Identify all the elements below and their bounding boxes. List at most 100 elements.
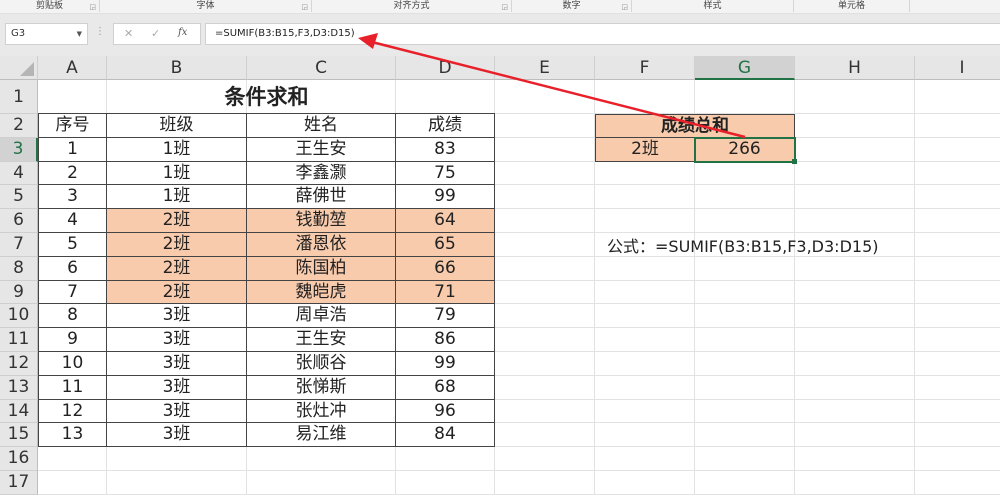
criteria-cell[interactable]: 2班 <box>595 137 695 162</box>
column-header-f[interactable]: F <box>595 56 695 80</box>
cell[interactable] <box>915 209 1000 233</box>
cell[interactable] <box>495 161 595 186</box>
table-cell[interactable]: 李鑫灏 <box>247 161 396 186</box>
cell[interactable] <box>695 280 795 305</box>
row-header-14[interactable]: 14 <box>0 399 38 424</box>
table-cell[interactable]: 64 <box>396 209 495 233</box>
select-all-button[interactable] <box>0 56 38 80</box>
table-cell[interactable]: 8 <box>38 304 107 329</box>
cell[interactable] <box>695 447 795 471</box>
cell[interactable] <box>595 471 695 495</box>
cell[interactable] <box>495 447 595 471</box>
cell[interactable] <box>495 399 595 424</box>
column-header-g[interactable]: G <box>695 56 795 80</box>
formula-input[interactable]: =SUMIF(B3:B15,F3,D3:D15) <box>205 23 1000 45</box>
row-header-5[interactable]: 5 <box>0 185 38 210</box>
cell[interactable] <box>915 328 1000 352</box>
cell[interactable] <box>396 447 495 471</box>
row-header-12[interactable]: 12 <box>0 352 38 376</box>
table-cell[interactable]: 1班 <box>107 137 247 162</box>
table-cell[interactable]: 86 <box>396 328 495 352</box>
cell[interactable] <box>915 423 1000 448</box>
table-cell[interactable]: 陈国柏 <box>247 256 396 281</box>
cell[interactable] <box>595 161 695 186</box>
chevron-down-icon[interactable]: ▼ <box>77 24 82 44</box>
cell[interactable] <box>915 114 1000 138</box>
cell[interactable] <box>595 423 695 448</box>
cell[interactable] <box>495 209 595 233</box>
cell[interactable] <box>795 161 915 186</box>
table-cell[interactable]: 79 <box>396 304 495 329</box>
cell[interactable] <box>795 328 915 352</box>
cell[interactable] <box>495 114 595 138</box>
table-cell[interactable]: 6 <box>38 256 107 281</box>
cell[interactable] <box>795 352 915 376</box>
table-cell[interactable]: 1班 <box>107 185 247 210</box>
table-cell[interactable]: 张顺谷 <box>247 352 396 376</box>
cell[interactable] <box>915 162 1000 186</box>
column-header-c[interactable]: C <box>247 56 396 80</box>
cell[interactable] <box>915 471 1000 495</box>
row-header-10[interactable]: 10 <box>0 304 38 329</box>
table-cell[interactable]: 王生安 <box>247 137 396 162</box>
cell[interactable] <box>915 376 1000 400</box>
table-cell[interactable]: 75 <box>396 161 495 186</box>
fill-handle[interactable] <box>792 158 797 164</box>
row-header-9[interactable]: 9 <box>0 280 38 305</box>
table-cell[interactable]: 99 <box>396 352 495 376</box>
cell[interactable] <box>107 471 247 495</box>
table-cell[interactable]: 3班 <box>107 375 247 400</box>
cell[interactable] <box>495 328 595 352</box>
column-label[interactable]: 序号 <box>38 114 107 138</box>
cell[interactable] <box>915 447 1000 471</box>
table-cell[interactable]: 12 <box>38 399 107 424</box>
cell[interactable] <box>396 471 495 495</box>
table-cell[interactable]: 3班 <box>107 328 247 352</box>
row-header-13[interactable]: 13 <box>0 375 38 400</box>
column-header-b[interactable]: B <box>107 56 247 80</box>
row-header-3[interactable]: 3 <box>0 137 38 162</box>
column-header-h[interactable]: H <box>795 56 915 80</box>
cell[interactable] <box>695 375 795 400</box>
cell[interactable] <box>695 161 795 186</box>
table-cell[interactable]: 9 <box>38 328 107 352</box>
table-cell[interactable]: 2 <box>38 161 107 186</box>
cancel-icon[interactable]: ✕ <box>124 27 133 40</box>
cell[interactable] <box>795 423 915 448</box>
cell[interactable] <box>38 447 107 471</box>
column-label[interactable]: 姓名 <box>247 114 396 138</box>
dialog-launcher-icon[interactable]: ◲ <box>301 1 308 13</box>
cell[interactable] <box>595 352 695 376</box>
row-header-8[interactable]: 8 <box>0 256 38 281</box>
cell[interactable] <box>595 328 695 352</box>
table-cell[interactable]: 13 <box>38 423 107 448</box>
row-header-15[interactable]: 15 <box>0 423 38 448</box>
cell[interactable] <box>795 447 915 471</box>
row-header-16[interactable]: 16 <box>0 447 38 471</box>
cell[interactable] <box>695 256 795 281</box>
table-cell[interactable]: 10 <box>38 352 107 376</box>
table-cell[interactable]: 7 <box>38 280 107 305</box>
column-label[interactable]: 班级 <box>107 114 247 138</box>
row-header-17[interactable]: 17 <box>0 471 38 495</box>
result-cell-selected[interactable]: 266 <box>694 136 796 163</box>
cell[interactable] <box>595 399 695 424</box>
table-cell[interactable]: 薛佛世 <box>247 185 396 210</box>
column-header-i[interactable]: I <box>915 56 1000 80</box>
summary-title[interactable]: 成绩总和 <box>595 114 795 138</box>
column-header-a[interactable]: A <box>38 56 107 80</box>
cell[interactable] <box>495 280 595 305</box>
table-cell[interactable]: 3班 <box>107 399 247 424</box>
table-cell[interactable]: 5 <box>38 233 107 257</box>
table-cell[interactable]: 68 <box>396 375 495 400</box>
cell[interactable] <box>595 280 695 305</box>
cell[interactable] <box>495 423 595 448</box>
cell[interactable] <box>595 209 695 233</box>
table-cell[interactable]: 4 <box>38 209 107 233</box>
table-cell[interactable]: 易江维 <box>247 423 396 448</box>
table-cell[interactable]: 66 <box>396 256 495 281</box>
table-cell[interactable]: 84 <box>396 423 495 448</box>
table-cell[interactable]: 潘恩依 <box>247 233 396 257</box>
row-header-2[interactable]: 2 <box>0 114 38 138</box>
table-cell[interactable]: 99 <box>396 185 495 210</box>
